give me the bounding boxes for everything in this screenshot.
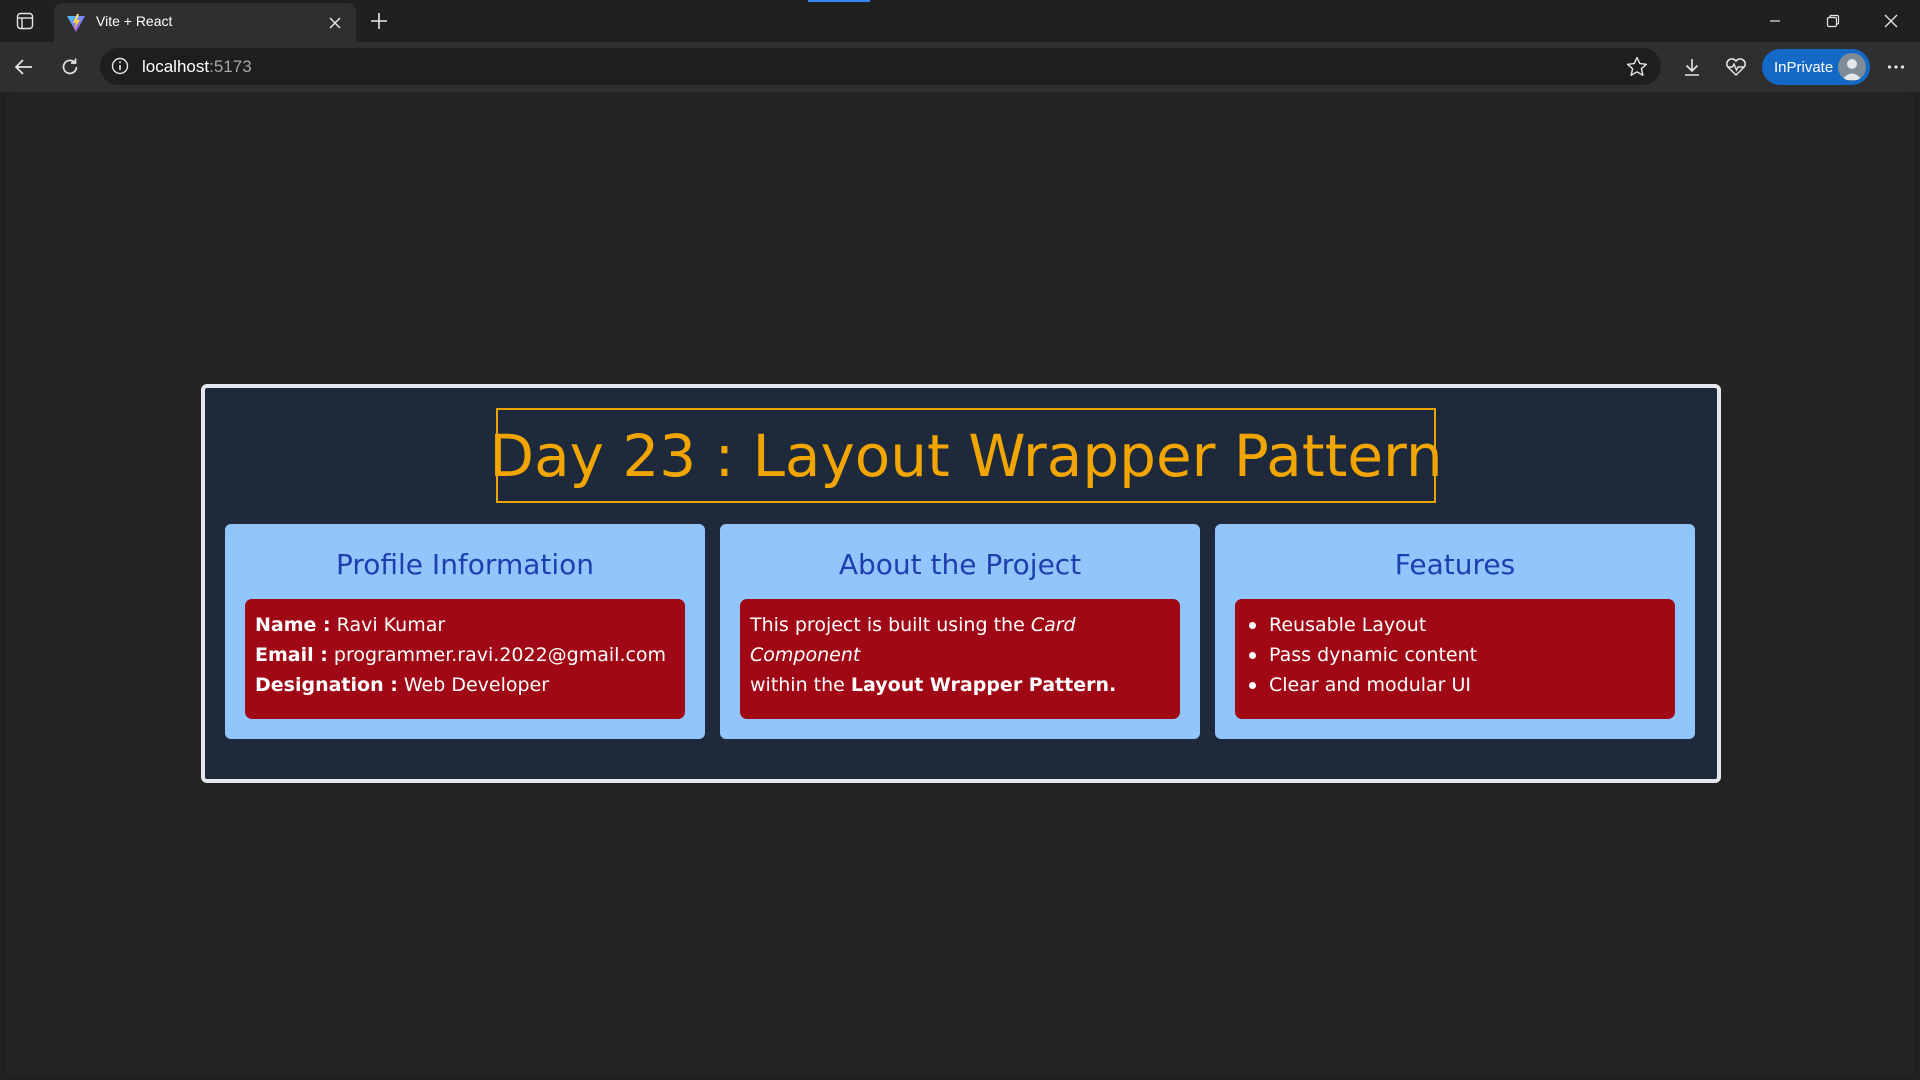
project-description-line-1: This project is built using the Card Com… — [750, 610, 1170, 670]
field-value: Web Developer — [403, 674, 550, 696]
card-title: About the Project — [838, 548, 1082, 581]
minimize-icon[interactable] — [1746, 0, 1804, 42]
browser-essentials-icon[interactable] — [1720, 51, 1752, 83]
inprivate-label: InPrivate — [1774, 58, 1834, 76]
site-info-icon[interactable] — [110, 56, 130, 76]
url-port: :5173 — [209, 57, 252, 76]
features-card: Features Reusable Layout Pass dynamic co… — [1215, 524, 1695, 739]
card-content: This project is built using the Card Com… — [740, 599, 1180, 719]
list-item: Pass dynamic content — [1249, 640, 1665, 670]
more-options-icon[interactable] — [1880, 51, 1912, 83]
about-project-card: About the Project This project is built … — [720, 524, 1200, 739]
profile-card: Profile Information Name : Ravi Kumar Em… — [225, 524, 705, 739]
card-title: Features — [1394, 548, 1516, 581]
close-tab-icon[interactable] — [324, 12, 346, 34]
card-content: Name : Ravi Kumar Email : programmer.rav… — [245, 599, 685, 719]
card-content: Reusable Layout Pass dynamic content Cle… — [1235, 599, 1675, 719]
profile-designation-row: Designation : Web Developer — [255, 670, 675, 700]
browser-toolbar: localhost:5173 InPrivate — [0, 42, 1920, 92]
page-viewport: Day 23 : Layout Wrapper Pattern Profile … — [6, 92, 1914, 1076]
favorite-star-icon[interactable] — [1625, 55, 1649, 79]
card-title: Profile Information — [335, 548, 595, 581]
description-text: This project is built using the — [750, 614, 1031, 636]
tab-strip: Vite + React — [0, 0, 1920, 42]
url-host: localhost — [142, 57, 210, 76]
list-item: Clear and modular UI — [1249, 670, 1665, 700]
browser-tab[interactable]: Vite + React — [54, 3, 356, 42]
profile-name-row: Name : Ravi Kumar — [255, 610, 675, 640]
description-text: within the — [750, 674, 851, 696]
tab-title: Vite + React — [96, 13, 173, 29]
page-heading-box: Day 23 : Layout Wrapper Pattern — [489, 408, 1443, 503]
loading-indicator — [808, 0, 870, 2]
window-controls — [1746, 0, 1920, 42]
field-label: Email : — [255, 644, 328, 666]
profile-avatar-icon — [1838, 53, 1866, 81]
refresh-icon[interactable] — [54, 51, 86, 83]
field-value: programmer.ravi.2022@gmail.com — [333, 644, 667, 666]
field-label: Name : — [255, 614, 331, 636]
features-list: Reusable Layout Pass dynamic content Cle… — [1245, 610, 1665, 700]
close-window-icon[interactable] — [1862, 0, 1920, 42]
list-item: Reusable Layout — [1249, 610, 1665, 640]
description-bold: Layout Wrapper Pattern. — [850, 674, 1117, 696]
layout-wrapper: Day 23 : Layout Wrapper Pattern Profile … — [201, 384, 1721, 783]
field-value: Ravi Kumar — [336, 614, 446, 636]
address-bar[interactable]: localhost:5173 — [100, 48, 1661, 85]
field-label: Designation : — [255, 674, 398, 696]
inprivate-button[interactable]: InPrivate — [1762, 49, 1870, 85]
vite-logo-icon — [66, 13, 86, 33]
restore-icon[interactable] — [1804, 0, 1862, 42]
page-title: Day 23 : Layout Wrapper Pattern — [489, 421, 1443, 490]
tab-actions-icon[interactable] — [10, 8, 40, 34]
back-arrow-icon[interactable] — [8, 51, 40, 83]
download-icon[interactable] — [1676, 51, 1708, 83]
project-description-line-2: within the Layout Wrapper Pattern. — [750, 670, 1170, 700]
url-text[interactable]: localhost:5173 — [142, 57, 252, 77]
new-tab-icon[interactable] — [364, 6, 394, 36]
profile-email-row: Email : programmer.ravi.2022@gmail.com — [255, 640, 675, 670]
